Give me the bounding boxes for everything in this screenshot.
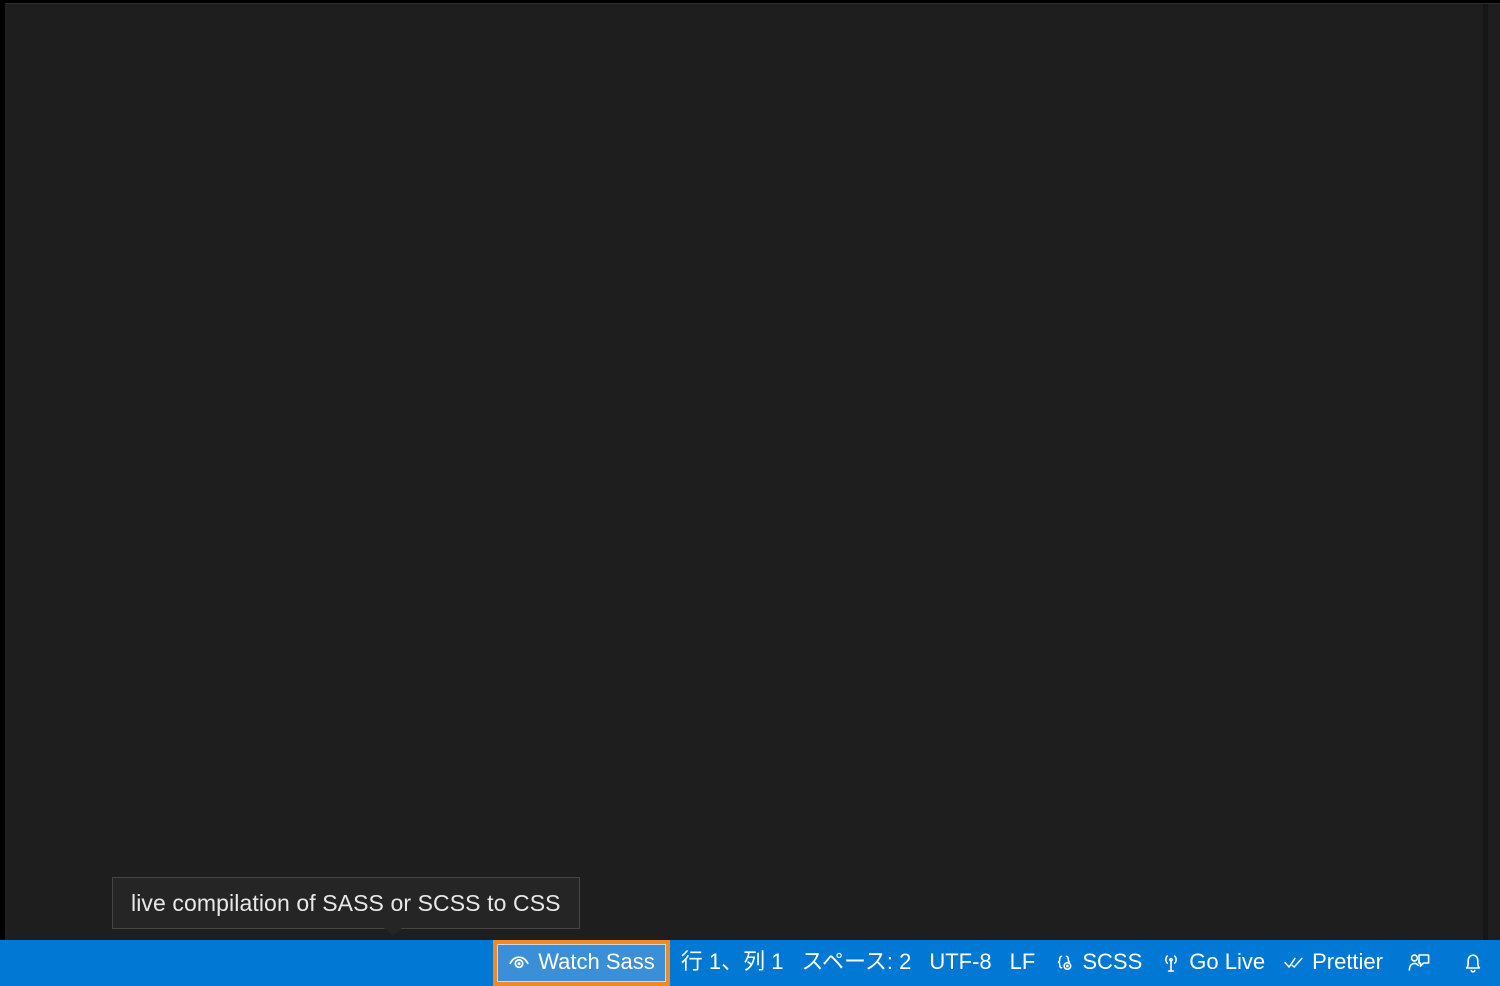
status-item-indentation-label: スペース: 2 bbox=[801, 949, 912, 974]
status-item-watch-sass-label: Watch Sass bbox=[538, 949, 655, 974]
status-item-notifications[interactable] bbox=[1446, 940, 1500, 986]
status-tooltip-arrow bbox=[384, 928, 402, 936]
status-item-encoding-label: UTF-8 bbox=[929, 949, 992, 974]
braces-icon bbox=[1053, 952, 1075, 974]
bell-icon bbox=[1460, 950, 1486, 976]
eye-icon bbox=[508, 952, 530, 974]
status-bar-left-region bbox=[0, 940, 493, 986]
vscode-window: live compilation of SASS or SCSS to CSS … bbox=[0, 0, 1500, 986]
editor-right-gutter[interactable] bbox=[1488, 4, 1500, 940]
status-item-feedback[interactable] bbox=[1392, 940, 1446, 986]
status-tooltip: live compilation of SASS or SCSS to CSS bbox=[112, 877, 580, 929]
status-tooltip-text: live compilation of SASS or SCSS to CSS bbox=[131, 889, 561, 916]
status-bar-right-region: Watch Sass 行 1、列 1 スペース: 2 UTF-8 LF SCSS… bbox=[493, 940, 1500, 986]
feedback-person-icon bbox=[1406, 950, 1432, 976]
status-item-prettier-label: Prettier bbox=[1312, 949, 1383, 974]
status-item-prettier[interactable]: Prettier bbox=[1274, 940, 1392, 986]
status-item-go-live[interactable]: Go Live bbox=[1151, 940, 1274, 986]
double-check-icon bbox=[1283, 952, 1305, 974]
status-bar: Watch Sass 行 1、列 1 スペース: 2 UTF-8 LF SCSS… bbox=[0, 940, 1500, 986]
status-item-cursor-position[interactable]: 行 1、列 1 bbox=[672, 940, 793, 986]
status-item-end-of-line-label: LF bbox=[1009, 949, 1036, 974]
status-item-language-mode-label: SCSS bbox=[1082, 949, 1143, 974]
status-item-cursor-position-label: 行 1、列 1 bbox=[680, 949, 784, 974]
status-item-encoding[interactable]: UTF-8 bbox=[920, 940, 1000, 986]
editor-canvas[interactable] bbox=[5, 4, 1500, 940]
status-item-language-mode[interactable]: SCSS bbox=[1044, 940, 1151, 986]
status-item-end-of-line[interactable]: LF bbox=[1001, 940, 1045, 986]
status-item-go-live-label: Go Live bbox=[1189, 949, 1266, 974]
status-item-indentation[interactable]: スペース: 2 bbox=[792, 940, 920, 986]
status-item-watch-sass[interactable]: Watch Sass bbox=[493, 940, 670, 986]
broadcast-icon bbox=[1160, 952, 1182, 974]
